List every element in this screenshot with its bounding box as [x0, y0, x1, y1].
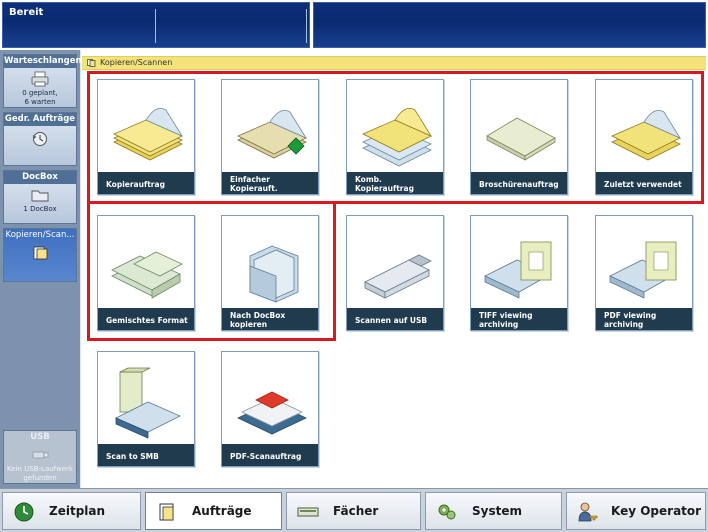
breadcrumb: Kopieren/Scannen	[82, 56, 706, 70]
tab-trays[interactable]: Fächer	[286, 492, 421, 530]
highlight-outline-row1	[87, 71, 704, 204]
sidebar-item-docbox[interactable]: DocBox 1 DocBox	[3, 170, 77, 224]
usb-status: Kein USB-Laufwerk	[7, 465, 73, 473]
tab-label: Fächer	[333, 504, 379, 518]
jobs-icon	[159, 503, 174, 521]
sidebar: Warteschlangen 0 geplant, 6 warten Gedr.…	[0, 50, 82, 488]
sidebar-item-queues[interactable]: Warteschlangen 0 geplant, 6 warten	[3, 54, 82, 108]
usb-stick-icon	[364, 254, 432, 299]
docbox-count: 1 DocBox	[23, 205, 57, 213]
top-status-bar: Bereit	[0, 0, 708, 50]
tile-label: PDF-Scanauftrag	[222, 444, 318, 466]
tile-label: Scan to SMB	[98, 444, 194, 466]
bottom-tab-bar: Zeitplan Aufträge Fächer System Key Oper…	[0, 488, 708, 532]
smb-scan-icon	[115, 367, 181, 439]
tile-scan-smb[interactable]: Scan to SMB	[97, 351, 195, 467]
tile-label: PDF viewing archiving	[596, 308, 692, 330]
breadcrumb-text: Kopieren/Scannen	[100, 58, 173, 67]
tab-jobs[interactable]: Aufträge	[145, 492, 282, 530]
system-icon	[438, 504, 456, 520]
tile-scan-usb[interactable]: Scannen auf USB	[346, 215, 444, 331]
queue-scheduled-count: 0 geplant,	[22, 89, 58, 97]
copy-scan-icon	[33, 246, 48, 260]
tile-label: TIFF viewing archiving	[471, 308, 567, 330]
tab-label: System	[472, 504, 522, 518]
history-icon	[33, 132, 47, 146]
status-panel[interactable]: Bereit	[2, 2, 310, 48]
tile-label: Scannen auf USB	[347, 308, 443, 330]
sidebar-item-label: Gedr. Aufträge	[4, 113, 76, 126]
queue-waiting-count: 6 warten	[24, 98, 56, 106]
status-text: Bereit	[9, 7, 44, 18]
schedule-icon	[14, 502, 34, 522]
tile-tiff-archiving[interactable]: TIFF viewing archiving	[470, 215, 568, 331]
pdf-scanjob-icon	[237, 391, 307, 435]
status-divider	[306, 9, 307, 43]
status-panel-right[interactable]	[313, 2, 706, 48]
printer-icon	[31, 71, 49, 87]
tab-label: Zeitplan	[49, 504, 106, 518]
tab-label: Aufträge	[192, 504, 252, 518]
highlight-outline-row2	[87, 201, 336, 341]
sidebar-item-label: DocBox	[4, 171, 76, 184]
sidebar-item-printed-jobs[interactable]: Gedr. Aufträge	[3, 112, 77, 166]
folder-icon	[31, 190, 49, 202]
tiff-scan-icon	[484, 241, 552, 299]
sidebar-item-copy-scan[interactable]: Kopieren/Scan...	[3, 228, 77, 282]
tab-system[interactable]: System	[425, 492, 562, 530]
sidebar-item-usb[interactable]: USB Kein USB-Laufwerk gefunden	[3, 430, 77, 484]
highlight-outline-join	[333, 201, 704, 204]
sidebar-item-label: USB	[30, 432, 50, 442]
sidebar-item-label: Kopieren/Scan...	[5, 230, 75, 240]
tab-label: Key Operator	[611, 504, 702, 518]
usb-status-2: gefunden	[23, 474, 57, 482]
status-divider	[155, 9, 156, 43]
tile-pdf-archiving[interactable]: PDF viewing archiving	[595, 215, 693, 331]
key-operator-icon	[578, 502, 598, 522]
trays-icon	[297, 507, 319, 517]
tab-schedule[interactable]: Zeitplan	[2, 492, 141, 530]
sidebar-item-label: Warteschlangen	[4, 55, 82, 68]
usb-icon	[32, 451, 49, 459]
pdf-scan-icon	[609, 241, 677, 299]
tile-pdf-scanjob[interactable]: PDF-Scanauftrag	[221, 351, 319, 467]
copy-scan-icon	[87, 59, 96, 67]
tab-key-operator[interactable]: Key Operator	[566, 492, 706, 530]
